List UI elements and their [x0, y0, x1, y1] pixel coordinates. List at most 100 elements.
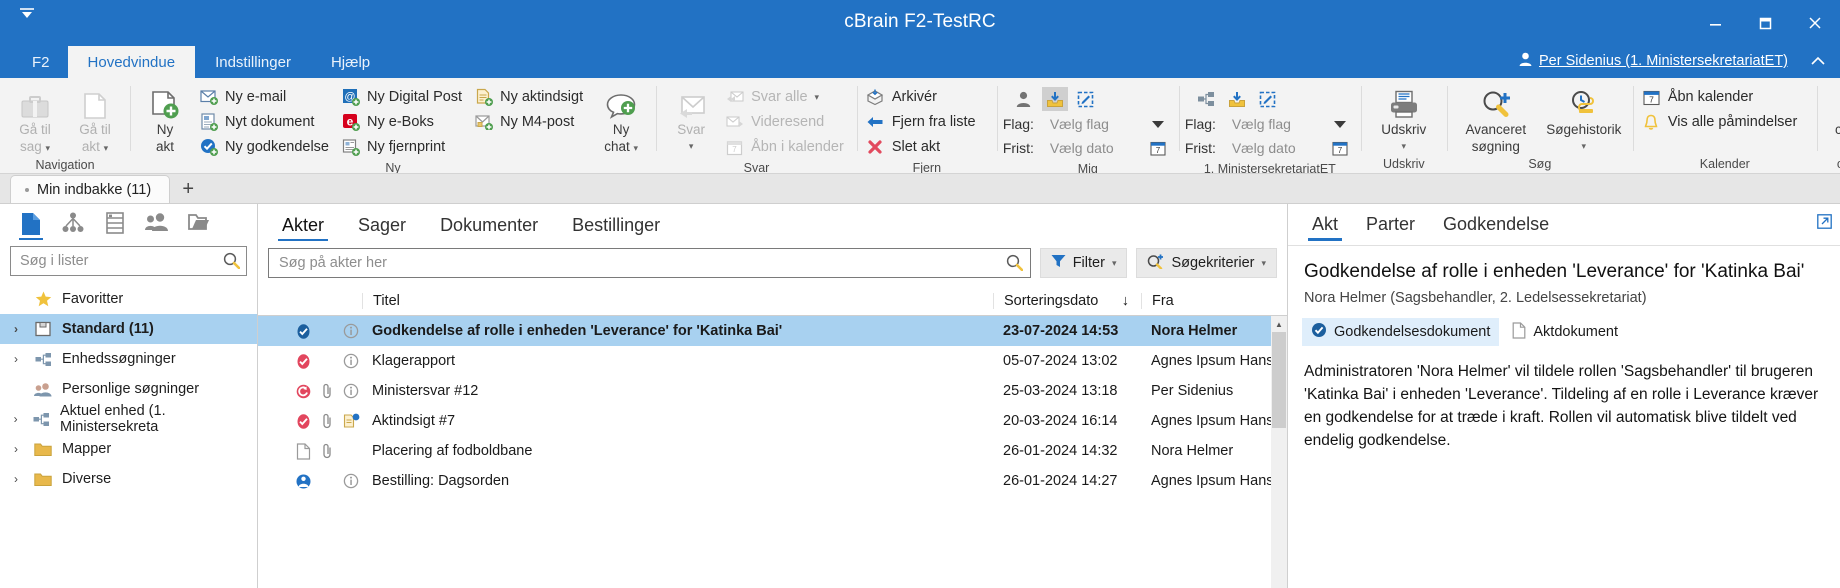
open-calendar-button[interactable]: 7 Åbn kalender: [1639, 85, 1811, 109]
table-row[interactable]: Aktindsigt #7 20-03-2024 16:14 Agnes Ips…: [258, 406, 1287, 436]
preview-doctab-aktdokument[interactable]: Aktdokument: [1503, 318, 1627, 346]
new-eboks-button[interactable]: e Ny e-Boks: [338, 110, 469, 134]
new-approval-button[interactable]: Ny godkendelse: [196, 135, 336, 159]
chevron-down-icon[interactable]: ▾: [1261, 258, 1266, 269]
tree-item-standard[interactable]: › Standard (11): [0, 314, 257, 344]
ribbon-tab-f2[interactable]: F2: [14, 46, 68, 78]
goto-case-button[interactable]: Gå til sag ▾: [6, 84, 64, 156]
list-vertical-scrollbar[interactable]: ▲: [1271, 316, 1287, 588]
mig-calendar-icon[interactable]: 7: [1143, 140, 1173, 156]
list-search-input[interactable]: [10, 246, 247, 276]
tree-item-mapper[interactable]: › Mapper: [0, 434, 257, 464]
remove-from-list-button[interactable]: Fjern fra liste: [863, 110, 991, 134]
search-history-caret-icon[interactable]: ▾: [1582, 139, 1587, 154]
new-email-button[interactable]: Ny e-mail: [196, 85, 336, 109]
column-date[interactable]: Sorteringsdato ↓: [993, 293, 1141, 309]
table-row[interactable]: Ministersvar #12 25-03-2024 13:18 Per Si…: [258, 376, 1287, 406]
mig-flag-value[interactable]: Vælg flag: [1050, 116, 1136, 132]
maximize-button[interactable]: [1740, 0, 1790, 46]
new-file-access-button[interactable]: Ny aktindsigt: [471, 85, 590, 109]
inbox-download-icon[interactable]: [1224, 87, 1250, 111]
edit-square-icon[interactable]: [1255, 87, 1281, 111]
chevron-down-icon[interactable]: ▾: [1112, 258, 1117, 269]
delete-record-button[interactable]: Slet akt: [863, 135, 991, 159]
preview-tab-godkendelse[interactable]: Godkendelse: [1431, 205, 1561, 245]
archive-button[interactable]: Arkivér: [863, 85, 991, 109]
tab-bestillinger[interactable]: Bestillinger: [558, 205, 674, 245]
unit-flag-value[interactable]: Vælg flag: [1232, 116, 1318, 132]
column-title[interactable]: Titel: [362, 293, 993, 309]
search-history-button[interactable]: Søgehistorik ▾: [1541, 84, 1627, 154]
tree-item-personlige-soegninger[interactable]: › Personlige søgninger: [0, 374, 257, 404]
column-from[interactable]: Fra: [1141, 293, 1287, 309]
preview-tab-akt[interactable]: Akt: [1300, 205, 1350, 245]
chevron-down-icon[interactable]: ▾: [815, 92, 820, 103]
table-row[interactable]: Bestilling: Dagsorden 26-01-2024 14:27 A…: [258, 466, 1287, 496]
open-in-calendar-button[interactable]: 7 Åbn i kalender: [722, 135, 851, 159]
popout-icon[interactable]: [1817, 214, 1832, 233]
inbox-download-icon[interactable]: [1042, 87, 1068, 111]
preview-doctab-godkendelsesdokument[interactable]: Godkendelsesdokument: [1302, 318, 1499, 346]
org-unit-icon[interactable]: [1193, 87, 1219, 111]
chevron-up-icon[interactable]: [1810, 54, 1826, 69]
tab-dokumenter[interactable]: Dokumenter: [426, 205, 552, 245]
person-icon[interactable]: [1011, 87, 1037, 111]
unit-frist-value[interactable]: Vælg dato: [1232, 140, 1318, 156]
new-record-button[interactable]: Ny akt: [136, 84, 194, 154]
mig-flag-dropdown-icon[interactable]: [1143, 120, 1173, 129]
new-m4-post-button[interactable]: Ny M4-post: [471, 110, 590, 134]
ribbon-tab-indstillinger[interactable]: Indstillinger: [195, 46, 311, 78]
minimize-button[interactable]: [1690, 0, 1740, 46]
edit-square-icon[interactable]: [1073, 87, 1099, 111]
unit-calendar-icon[interactable]: 7: [1325, 140, 1355, 156]
table-row[interactable]: Godkendelse af rolle i enheden 'Leveranc…: [258, 316, 1287, 346]
chevron-right-icon[interactable]: ›: [8, 412, 23, 426]
search-criteria-button[interactable]: Søgekriterier ▾: [1136, 248, 1277, 278]
search-icon[interactable]: [1006, 254, 1023, 275]
tab-min-indbakke[interactable]: Min indbakke (11): [10, 175, 170, 203]
print-button[interactable]: Udskriv ▾: [1367, 84, 1441, 154]
tree-item-enhedssoegninger[interactable]: › Enhedssøgninger: [0, 344, 257, 374]
table-row[interactable]: Klagerapport 05-07-2024 13:02 Agnes Ipsu…: [258, 346, 1287, 376]
advanced-search-button[interactable]: Avanceret søgning: [1453, 84, 1539, 154]
ribbon-tab-hjaelp[interactable]: Hjælp: [311, 46, 390, 78]
record-search-input[interactable]: [268, 248, 1031, 278]
new-chat-button[interactable]: Ny chat ▾: [592, 84, 650, 156]
chevron-right-icon[interactable]: ›: [8, 322, 24, 336]
new-document-button[interactable]: Nyt dokument: [196, 110, 336, 134]
new-digital-post-button[interactable]: @ Ny Digital Post: [338, 85, 469, 109]
table-row[interactable]: Placering af fodboldbane 26-01-2024 14:3…: [258, 436, 1287, 466]
tab-akter[interactable]: Akter: [268, 205, 338, 245]
csearch-button[interactable]: cSearch: [1823, 84, 1840, 137]
chevron-right-icon[interactable]: ›: [8, 352, 24, 366]
forward-button[interactable]: Videresend: [722, 110, 851, 134]
new-tab-button[interactable]: +: [170, 175, 206, 203]
close-button[interactable]: [1790, 0, 1840, 46]
reply-button[interactable]: Svar ▾: [662, 84, 720, 154]
chevron-right-icon[interactable]: ›: [8, 472, 24, 486]
tree-item-aktuel-enhed[interactable]: › Aktuel enhed (1. Ministersekreta: [0, 404, 257, 434]
filter-button[interactable]: Filter ▾: [1040, 248, 1128, 278]
reply-caret-icon[interactable]: ▾: [689, 139, 694, 154]
chevron-right-icon[interactable]: ›: [8, 442, 24, 456]
new-remote-print-button[interactable]: Ny fjernprint: [338, 135, 469, 159]
unit-flag-dropdown-icon[interactable]: [1325, 120, 1355, 129]
org-chart-icon[interactable]: [60, 210, 86, 240]
search-icon[interactable]: [223, 252, 240, 273]
tree-item-favoritter[interactable]: › Favoritter: [0, 284, 257, 314]
tab-sager[interactable]: Sager: [344, 205, 420, 245]
show-all-reminders-button[interactable]: Vis alle påmindelser: [1639, 110, 1811, 134]
records-icon[interactable]: [18, 210, 44, 240]
preview-tab-parter[interactable]: Parter: [1354, 205, 1427, 245]
archive-list-icon[interactable]: [102, 210, 128, 240]
people-icon[interactable]: [144, 210, 170, 240]
ribbon-tab-hovedvindue[interactable]: Hovedvindue: [68, 46, 196, 78]
mig-frist-value[interactable]: Vælg dato: [1050, 140, 1136, 156]
scroll-up-icon[interactable]: ▲: [1271, 316, 1287, 332]
scroll-thumb[interactable]: [1272, 332, 1286, 428]
folder-open-icon[interactable]: [186, 210, 212, 240]
print-caret-icon[interactable]: ▾: [1402, 139, 1407, 154]
tree-item-diverse[interactable]: › Diverse: [0, 464, 257, 494]
reply-all-button[interactable]: Svar alle ▾: [722, 85, 851, 109]
current-user[interactable]: Per Sidenius (1. MinistersekretariatET): [1519, 52, 1788, 70]
